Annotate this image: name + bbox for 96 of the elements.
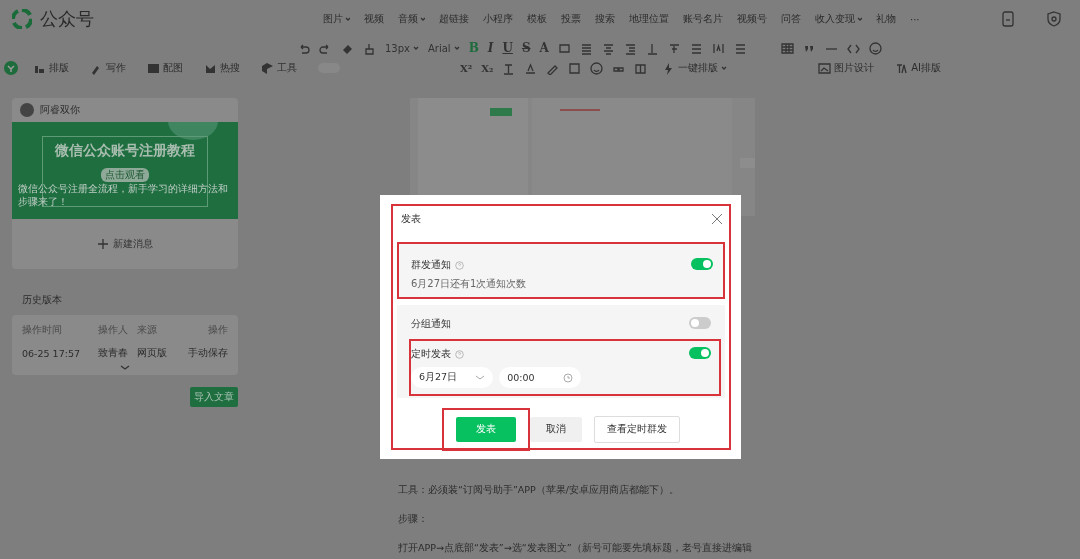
author-name: 阿睿双你	[40, 103, 80, 117]
menu-item[interactable]: 账号名片	[676, 12, 730, 26]
text-box-icon[interactable]	[711, 41, 725, 55]
side-tool[interactable]: 工具	[255, 61, 303, 75]
toggle-switch[interactable]	[691, 258, 713, 270]
app-title: 公众号	[40, 7, 94, 31]
menu-item[interactable]: 模板	[520, 12, 554, 26]
font-dropdown[interactable]: Arial	[428, 42, 460, 54]
frame-icon[interactable]	[568, 61, 582, 75]
image-icon	[818, 61, 832, 75]
menu-item[interactable]: 收入变现	[808, 12, 869, 26]
line-height-icon[interactable]	[667, 41, 681, 55]
list-icon[interactable]	[733, 41, 747, 55]
article-paragraph: 打开APP→点底部“发表”→选“发表图文”（新号可能要先填标题，老号直接进编辑	[398, 542, 752, 555]
brush-icon[interactable]	[363, 41, 376, 55]
close-icon[interactable]	[711, 213, 723, 225]
format-button[interactable]: A	[539, 41, 549, 55]
clock-icon	[562, 372, 573, 383]
table-cell: 06-25 17:57	[22, 342, 98, 365]
side-tool[interactable]: 热搜	[198, 61, 246, 75]
list-icon[interactable]	[689, 41, 703, 55]
menu-item[interactable]: ···	[903, 13, 927, 25]
table-icon[interactable]	[780, 41, 794, 55]
section-title: 历史版本	[21, 293, 63, 307]
plus-icon	[97, 239, 108, 249]
side-tool[interactable]: 配图	[141, 61, 189, 75]
cancel-button[interactable]: 取消	[530, 417, 582, 442]
caret-icon[interactable]	[413, 45, 419, 51]
emoji-icon[interactable]	[590, 61, 604, 75]
highlight-icon[interactable]	[557, 41, 571, 55]
shield-icon[interactable]	[1046, 11, 1062, 27]
tool-icon	[147, 61, 160, 75]
clear-format-icon[interactable]	[502, 61, 516, 75]
side-tool[interactable]: 排版	[27, 61, 75, 75]
cover-title: 微信公众账号注册教程	[55, 141, 195, 160]
menu-item[interactable]: 搜索	[588, 12, 622, 26]
caret-icon[interactable]	[721, 65, 728, 71]
menu-item[interactable]: 地理位置	[622, 12, 676, 26]
menu-item[interactable]: 超链接	[432, 12, 476, 26]
font-size-dropdown[interactable]: 13px	[385, 42, 419, 54]
article-paragraph: 工具：必须装“订阅号助手”APP（苹果/安卓应用商店都能下）。	[398, 484, 679, 497]
date-picker[interactable]: 6月27日	[411, 367, 494, 388]
format-button[interactable]: X₂	[481, 62, 494, 74]
cover-summary: 微信公众号注册全流程，新手学习的详细方法和步骤来了！	[18, 182, 229, 208]
toggle-switch[interactable]	[689, 347, 711, 359]
menu-item[interactable]: 投票	[554, 12, 588, 26]
phone-icon[interactable]	[1000, 11, 1016, 27]
spacing-icon[interactable]	[645, 41, 659, 55]
layout-tool[interactable]: AI排版	[889, 61, 948, 75]
menu-item[interactable]: 音频	[391, 12, 432, 26]
menu-item[interactable]: 视频	[357, 12, 391, 26]
menu-item[interactable]: 小程序	[476, 12, 520, 26]
text-color-icon[interactable]	[524, 61, 538, 75]
caret-icon[interactable]	[420, 16, 425, 22]
avatar	[20, 103, 34, 117]
caret-icon[interactable]	[345, 16, 350, 22]
emoji-icon[interactable]	[868, 41, 882, 55]
table-cell: 致青春	[97, 342, 137, 365]
chevron-down-icon[interactable]	[120, 365, 130, 371]
view-schedule-button[interactable]: 查看定时群发	[594, 416, 680, 443]
caret-icon[interactable]	[857, 16, 862, 22]
layout-tool[interactable]: 图片设计	[812, 61, 881, 75]
logo-icon	[12, 9, 32, 29]
time-picker[interactable]: 00:00	[499, 367, 581, 388]
dialog-title: 发表	[401, 212, 421, 226]
image-frame-icon[interactable]	[634, 61, 648, 75]
article-paragraph: 步骤：	[398, 513, 428, 526]
plugin-logo-icon	[4, 61, 18, 75]
format-button[interactable]: X²	[460, 62, 473, 74]
menu-item[interactable]: 图片	[316, 12, 357, 26]
option-label: 分组通知	[411, 317, 451, 331]
chevron-down-icon	[475, 374, 486, 381]
new-message-button[interactable]: 新建消息	[12, 219, 238, 269]
publish-button[interactable]: 发表	[456, 417, 516, 442]
align-icon[interactable]	[601, 41, 615, 55]
format-button[interactable]: S	[521, 41, 531, 55]
menu-item[interactable]: 视频号	[730, 12, 774, 26]
side-tool[interactable]: 写作	[84, 61, 132, 75]
caret-icon[interactable]	[453, 45, 460, 51]
option-hint: 6月27日还有1次通知次数	[411, 277, 527, 291]
option-label: 定时发表	[411, 347, 451, 361]
indent-icon[interactable]	[623, 41, 637, 55]
menu-item[interactable]: 问答	[774, 12, 808, 26]
table-cell-text: 手动保存	[187, 346, 228, 360]
import-article-button[interactable]: 导入文章	[190, 387, 238, 407]
format-button[interactable]: U	[502, 41, 513, 55]
table-cell-text: 网页版	[136, 346, 168, 360]
tool-icon	[261, 61, 274, 75]
format-button[interactable]: I	[487, 41, 494, 55]
cover-badge: 点击观看	[101, 167, 149, 182]
option-label: 群发通知	[411, 258, 451, 272]
article-card[interactable]: 阿睿双你 微信公众账号注册教程 点击观看 微信公众号注册全流程，新手学习的详细方法和步骤来了！ 新建消息	[12, 98, 238, 269]
ai-icon	[895, 61, 909, 75]
align-icon[interactable]	[579, 41, 593, 55]
toggle-switch[interactable]	[689, 317, 711, 329]
menu-item[interactable]: 礼物	[869, 12, 903, 26]
